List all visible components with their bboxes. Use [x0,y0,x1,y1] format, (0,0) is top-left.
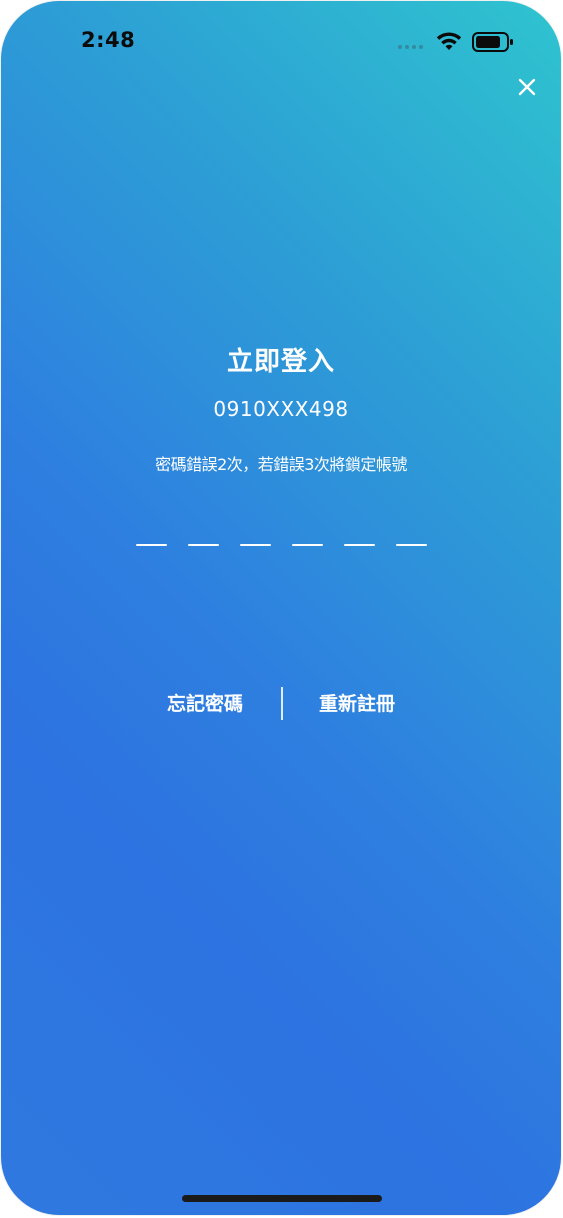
register-link[interactable]: 重新註冊 [319,689,395,716]
pin-digit-slot[interactable] [344,536,375,552]
auth-links: 忘記密碼 重新註冊 [1,687,561,721]
pin-digit-slot[interactable] [136,536,167,552]
battery-icon [472,32,513,52]
status-time: 2:48 [81,28,136,52]
link-divider [281,687,283,720]
wifi-icon [436,32,462,50]
forgot-password-link[interactable]: 忘記密碼 [167,689,243,716]
close-button[interactable] [512,72,542,102]
signal-dots-icon [398,45,423,49]
pin-digit-slot[interactable] [188,536,219,552]
status-bar: 2:48 [1,1,561,81]
page-title: 立即登入 [226,347,335,377]
password-error-warning: 密碼錯誤2次，若錯誤3次將鎖定帳號 [155,455,407,474]
pin-digit-slot[interactable] [292,536,323,552]
pin-digit-slot[interactable] [240,536,271,552]
pin-digit-slot[interactable] [396,536,427,552]
home-indicator[interactable] [182,1195,382,1202]
pin-input[interactable] [136,536,428,552]
phone-number: 0910XXX498 [213,397,349,421]
close-icon [518,78,536,96]
login-screen: 2:48 立即登入 0910XXX498 密碼錯誤2次，若錯誤3次將鎖定帳號 忘… [1,1,561,1215]
